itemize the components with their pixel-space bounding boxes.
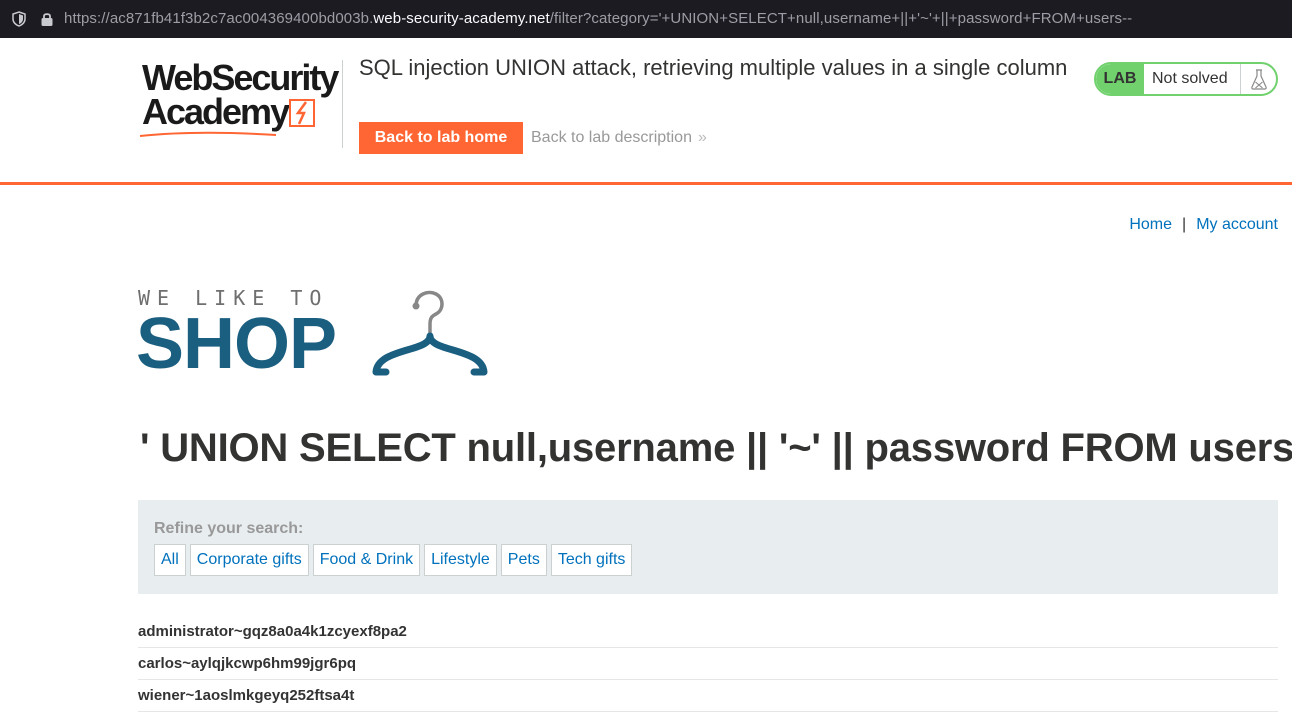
table-row: wiener~1aoslmkgeyq252ftsa4t xyxy=(138,680,1278,712)
url-prefix: https://ac871fb41f3b2c7ac004369400bd003b… xyxy=(64,10,374,27)
refine-search-panel: Refine your search: All Corporate gifts … xyxy=(138,500,1278,594)
lab-status-text: Not solved xyxy=(1152,70,1228,87)
back-to-lab-description-label: Back to lab description xyxy=(531,129,692,146)
results-table: administrator~gqz8a0a4k1zcyexf8pa2 carlo… xyxy=(138,616,1278,712)
tracking-shield-icon[interactable] xyxy=(12,11,26,27)
category-link-corporate-gifts[interactable]: Corporate gifts xyxy=(189,544,309,576)
web-security-academy-logo[interactable]: WebSecurity Academy xyxy=(138,58,339,138)
url-path: /filter?category='+UNION+SELECT+null,use… xyxy=(549,10,1133,27)
url-text[interactable]: https://ac871fb41f3b2c7ac004369400bd003b… xyxy=(64,10,1132,27)
lock-icon[interactable] xyxy=(40,11,54,27)
logo-bolt-icon xyxy=(289,99,315,127)
double-chevron-right-icon: » xyxy=(697,129,707,146)
back-to-lab-description-link[interactable]: Back to lab description » xyxy=(531,129,707,147)
table-row: carlos~aylqjkcwp6hm99jgr6pq xyxy=(138,648,1278,680)
logo-line-2: Academy xyxy=(142,91,290,132)
browser-url-bar[interactable]: https://ac871fb41f3b2c7ac004369400bd003b… xyxy=(0,0,1292,38)
header-divider xyxy=(342,60,343,148)
shop-logo: WE LIKE TO SHOP xyxy=(136,286,498,386)
flask-icon xyxy=(1240,64,1276,94)
category-filter-list: All Corporate gifts Food & Drink Lifesty… xyxy=(154,544,633,576)
logo-underline xyxy=(139,131,277,137)
category-link-food-drink[interactable]: Food & Drink xyxy=(312,544,421,576)
lab-title: SQL injection UNION attack, retrieving m… xyxy=(359,55,1068,80)
home-link[interactable]: Home xyxy=(1129,216,1172,233)
table-row: administrator~gqz8a0a4k1zcyexf8pa2 xyxy=(138,616,1278,648)
category-link-lifestyle[interactable]: Lifestyle xyxy=(424,544,497,576)
my-account-link[interactable]: My account xyxy=(1196,216,1278,233)
lab-badge: LAB xyxy=(1096,64,1144,94)
shop-name: SHOP xyxy=(136,304,337,384)
page-title: ' UNION SELECT null,username || '~' || p… xyxy=(140,426,1292,470)
hanger-icon xyxy=(372,290,488,376)
top-navigation: Home | My account xyxy=(1129,216,1278,234)
academy-header: WebSecurity Academy SQL injection UNION … xyxy=(0,38,1292,185)
back-to-lab-home-button[interactable]: Back to lab home xyxy=(359,122,523,154)
refine-search-label: Refine your search: xyxy=(154,520,304,537)
category-link-tech-gifts[interactable]: Tech gifts xyxy=(550,544,633,576)
category-link-pets[interactable]: Pets xyxy=(500,544,547,576)
lab-status-widget: LAB Not solved xyxy=(1094,62,1278,96)
url-host: web-security-academy.net xyxy=(373,10,550,27)
nav-separator: | xyxy=(1182,216,1187,233)
category-link-all[interactable]: All xyxy=(154,544,186,576)
